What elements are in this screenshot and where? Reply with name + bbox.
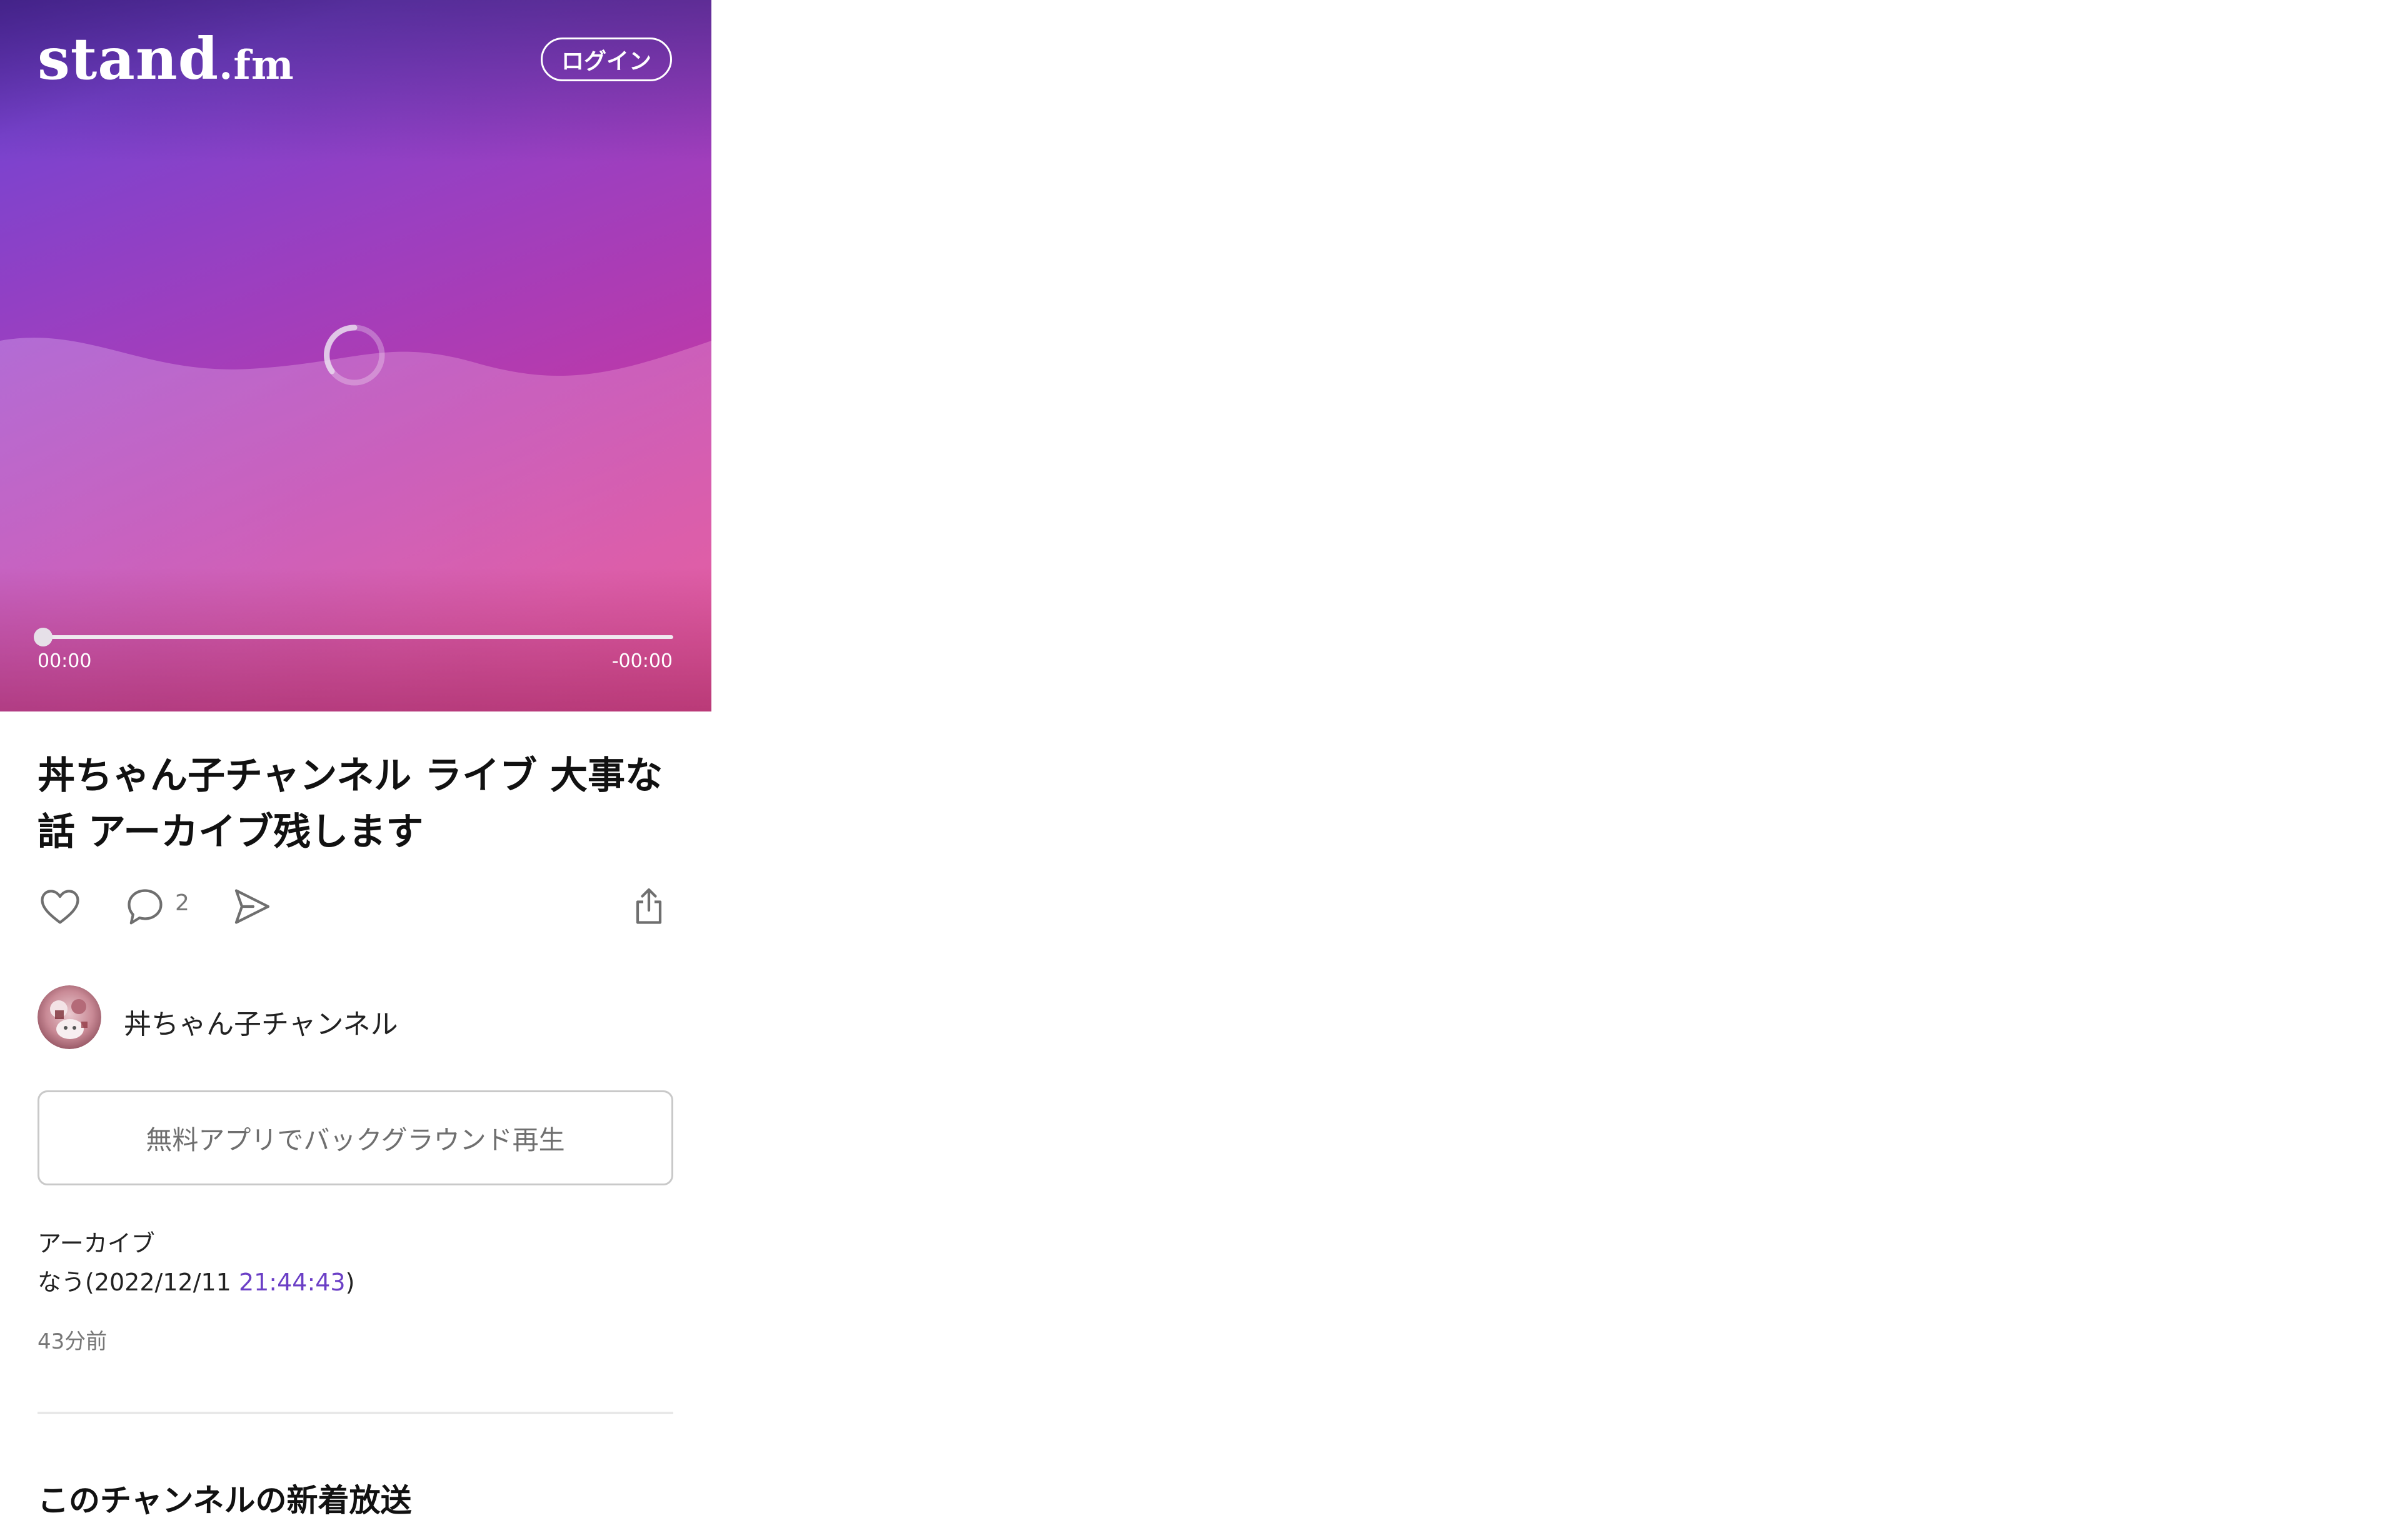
- channel-name: 丼ちゃん子チャンネル: [124, 1008, 398, 1040]
- comment-icon: [128, 889, 163, 925]
- background-play-app-button[interactable]: 無料アプリでバックグラウンド再生: [38, 1090, 673, 1185]
- heart-icon: [41, 890, 79, 924]
- comment-count: 2: [175, 890, 189, 916]
- send-icon: [234, 889, 270, 924]
- description-timestamp-link[interactable]: 21:44:43: [239, 1269, 346, 1296]
- action-bar: 2: [38, 882, 673, 932]
- share-icon: [636, 888, 662, 924]
- hero-bottom-shade: [0, 568, 711, 711]
- logo-suffix-text: .fm: [219, 42, 294, 89]
- progress-handle[interactable]: [34, 628, 53, 646]
- logo-main-text: stand: [38, 25, 219, 93]
- channel-link[interactable]: 丼ちゃん子チャンネル: [38, 985, 673, 1050]
- current-time: 00:00: [38, 650, 92, 672]
- new-broadcasts-heading: このチャンネルの新着放送: [38, 1482, 412, 1519]
- description-line-2: なう(2022/12/11 21:44:43): [38, 1263, 354, 1302]
- share-button[interactable]: [624, 882, 674, 932]
- episode-title: 丼ちゃん子チャンネル ライブ 大事な話 アーカイブ残します: [38, 754, 663, 854]
- section-divider: [38, 1412, 673, 1414]
- send-button[interactable]: [226, 882, 276, 932]
- loading-spinner-icon: [324, 324, 385, 386]
- description-line-1: アーカイブ: [38, 1230, 155, 1257]
- comment-button[interactable]: [120, 882, 170, 932]
- channel-avatar-image: [38, 985, 101, 1049]
- episode-description: アーカイブ なう(2022/12/11 21:44:43): [38, 1224, 354, 1302]
- channel-avatar[interactable]: [38, 985, 101, 1049]
- page-column: stand.fm ログイン 00:00 -00:00 丼ちゃん子チャンネル ライ…: [0, 0, 711, 1523]
- progress-bar[interactable]: [38, 635, 673, 639]
- description-date-text: なう(2022/12/11: [38, 1269, 239, 1296]
- stand-fm-logo[interactable]: stand.fm: [38, 30, 294, 88]
- login-button[interactable]: ログイン: [541, 38, 672, 81]
- like-button[interactable]: [35, 882, 85, 932]
- posted-ago: 43分前: [38, 1329, 108, 1354]
- remaining-time: -00:00: [611, 650, 673, 672]
- player-hero: stand.fm ログイン 00:00 -00:00: [0, 0, 711, 711]
- description-closing-paren: ): [345, 1269, 355, 1296]
